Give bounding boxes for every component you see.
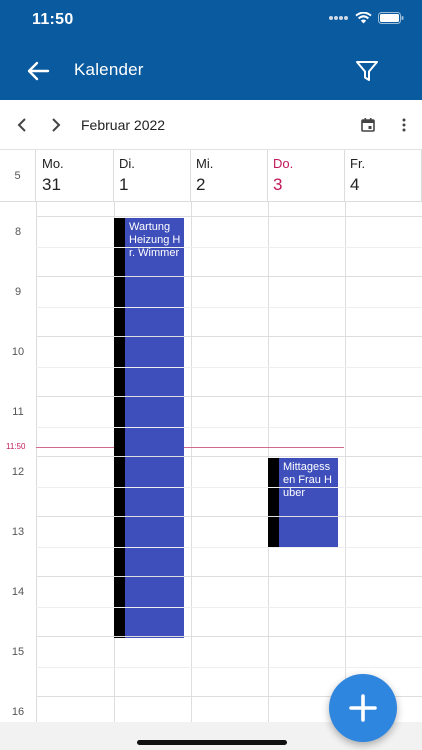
week-number: 5 xyxy=(0,150,36,202)
gutter-divider xyxy=(36,202,37,722)
hour-line xyxy=(36,276,422,277)
day-number: 2 xyxy=(196,175,206,194)
home-indicator xyxy=(137,740,287,745)
next-week-button[interactable] xyxy=(43,112,69,138)
half-hour-line xyxy=(36,607,422,608)
day-header-tuesday[interactable]: Di. 1 xyxy=(114,150,191,202)
day-header-wednesday[interactable]: Mi. 2 xyxy=(191,150,268,202)
hour-line xyxy=(36,216,422,217)
current-time-label: 11:50 xyxy=(6,442,26,451)
day-header-friday[interactable]: Fr. 4 xyxy=(345,150,422,202)
wifi-icon xyxy=(355,12,372,24)
day-number: 4 xyxy=(350,175,360,194)
month-label[interactable]: Februar 2022 xyxy=(81,117,165,133)
signal-icon xyxy=(329,16,348,20)
calendar-toolbar: Februar 2022 xyxy=(0,100,422,150)
hour-label: 15 xyxy=(11,646,25,658)
column-divider xyxy=(345,202,346,722)
current-time-line xyxy=(36,447,344,448)
previous-week-button[interactable] xyxy=(9,112,35,138)
hour-line xyxy=(36,576,422,577)
status-time: 11:50 xyxy=(32,11,74,28)
day-name: Fr. xyxy=(350,156,366,171)
day-header-thursday[interactable]: Do. 3 xyxy=(268,150,345,202)
column-divider xyxy=(191,202,192,722)
hour-line xyxy=(36,516,422,517)
hour-line xyxy=(36,636,422,637)
day-name: Mo. xyxy=(42,156,64,171)
page-title: Kalender xyxy=(74,60,144,79)
chevron-left-icon xyxy=(17,118,26,132)
day-number: 1 xyxy=(119,175,129,194)
calendar-today-icon xyxy=(361,118,375,132)
hour-label: 13 xyxy=(11,526,25,538)
hour-label: 9 xyxy=(14,286,22,298)
hour-line xyxy=(36,396,422,397)
hour-label: 11 xyxy=(12,406,24,418)
half-hour-line xyxy=(36,667,422,668)
day-number: 31 xyxy=(42,175,61,194)
day-name: Do. xyxy=(273,156,294,171)
hour-line xyxy=(36,336,422,337)
more-options-button[interactable] xyxy=(394,113,414,137)
hour-label: 10 xyxy=(11,346,25,358)
hour-label: 14 xyxy=(11,586,25,598)
day-header-monday[interactable]: Mo. 31 xyxy=(37,150,114,202)
hour-label: 16 xyxy=(11,706,25,718)
status-icons xyxy=(329,12,404,24)
time-grid[interactable]: 11:50 Wartung Heizung Hr. Wimmer Mittage… xyxy=(0,202,422,722)
arrow-left-icon xyxy=(27,61,50,81)
hour-label: 8 xyxy=(14,226,22,238)
days-header: 5 Mo. 31 Di. 1 Mi. 2 Do. 3 Fr. 4 xyxy=(0,150,422,202)
day-number: 3 xyxy=(273,175,283,194)
half-hour-line xyxy=(36,547,422,548)
half-hour-line xyxy=(36,307,422,308)
half-hour-line xyxy=(36,487,422,488)
event-mittagessen[interactable]: Mittagessen Frau Huber xyxy=(268,458,338,548)
battery-icon xyxy=(378,12,404,24)
filter-icon xyxy=(356,61,378,81)
filter-button[interactable] xyxy=(352,56,382,86)
chevron-right-icon xyxy=(52,118,61,132)
calendar-app: 11:50 Kalender Februar 2022 5 Mo. 31 Di.… xyxy=(0,0,422,750)
half-hour-line xyxy=(36,367,422,368)
plus-icon xyxy=(349,694,377,722)
event-wartung-heizung[interactable]: Wartung Heizung Hr. Wimmer xyxy=(114,218,184,638)
more-vertical-icon xyxy=(402,118,406,132)
half-hour-line xyxy=(36,427,422,428)
add-event-button[interactable] xyxy=(329,674,397,742)
app-bar: 11:50 Kalender xyxy=(0,0,422,100)
half-hour-line xyxy=(36,247,422,248)
day-name: Di. xyxy=(119,156,135,171)
hour-line xyxy=(36,456,422,457)
day-name: Mi. xyxy=(196,156,214,171)
hour-label: 12 xyxy=(11,466,25,478)
today-button[interactable] xyxy=(358,115,378,135)
back-button[interactable] xyxy=(18,54,58,88)
